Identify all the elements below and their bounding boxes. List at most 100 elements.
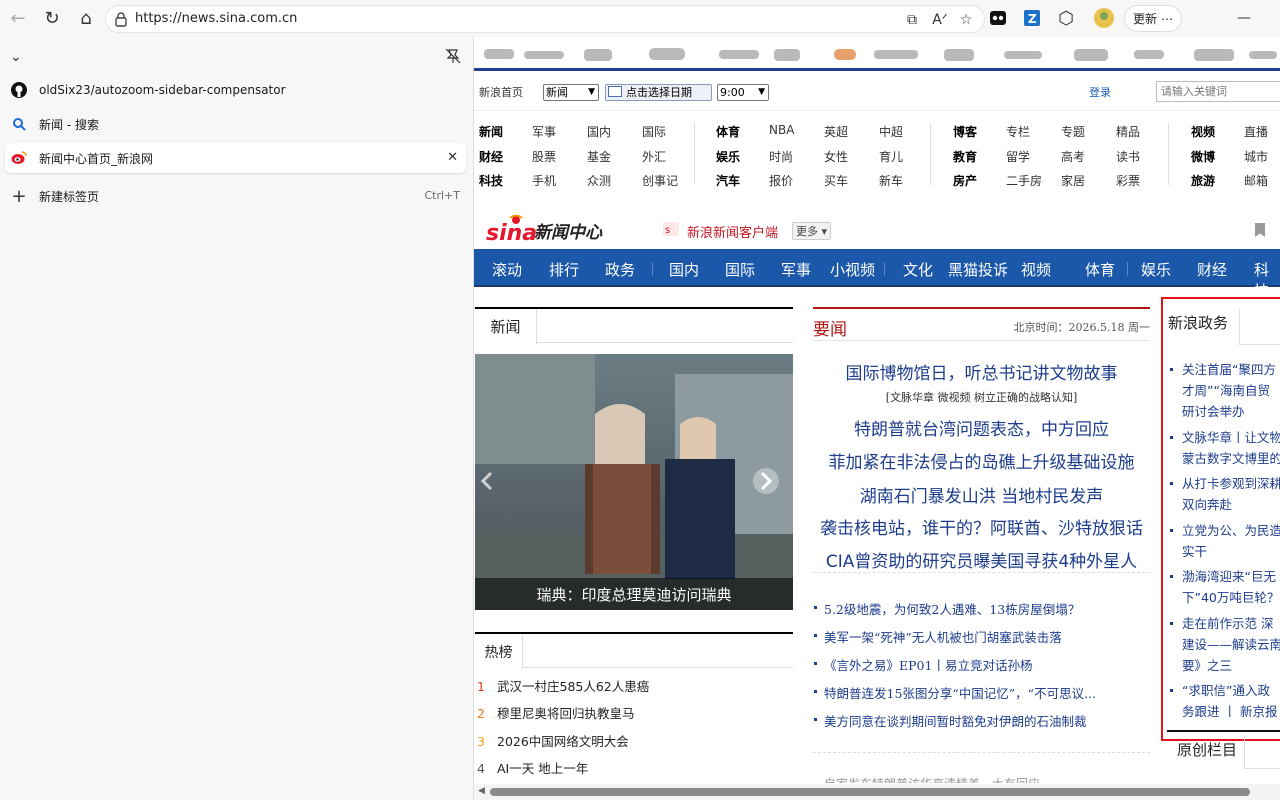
channel-link[interactable]: 排行 [549,259,579,280]
scrollbar-thumb[interactable] [490,788,1250,796]
nav-link[interactable]: 高考 [1061,148,1085,165]
gov-news-item[interactable]: “求职信”通入政 务跟进 丨 新京报 [1170,680,1280,722]
channel-link[interactable]: 政务 [605,259,635,280]
photo-carousel[interactable]: 瑞典：印度总理莫迪访问瑞典 [475,354,793,610]
photo-caption[interactable]: 瑞典：印度总理莫迪访问瑞典 [475,578,793,610]
bullet-news-item[interactable]: 美方同意在谈判期间暂时豁免对伊朗的石油制裁 [814,711,1087,730]
hot-list-item[interactable]: 1 武汉一村庄585人62人患癌 [477,676,649,695]
chevron-down-icon[interactable]: ⌄ [10,49,22,65]
refresh-icon[interactable]: ↻ [38,4,66,32]
close-tab-icon[interactable]: ✕ [447,150,458,165]
nav-link[interactable]: 军事 [532,123,556,140]
headline-link[interactable]: 袭击核电站，谁干的？阿联酋、沙特放狠话 [813,514,1150,539]
nav-link[interactable]: 微博 [1191,148,1215,165]
bullet-news-item[interactable]: 自家发布特朗普访华高清精美…大有回应 [824,775,1040,783]
lock-icon[interactable] [114,11,128,27]
nav-link[interactable]: 买车 [824,172,848,189]
search-input[interactable] [1156,81,1280,102]
sina-news-logo[interactable]: sina 新闻中心 [486,212,616,250]
headline-link[interactable]: CIA曾资助的研究员曝美国寻获4种外星人 [813,547,1150,572]
extensions-puzzle-icon[interactable]: ⬡ [1052,4,1080,32]
minimize-icon[interactable]: — [1230,4,1258,32]
channel-link[interactable]: 国际 [725,259,755,280]
channel-link[interactable]: 黑猫投诉 [948,259,1008,280]
read-aloud-icon[interactable]: Aᐟ [930,10,950,30]
nav-link[interactable]: 城市 [1244,148,1268,165]
nav-link[interactable]: 视频 [1191,123,1215,140]
channel-link[interactable]: 军事 [781,259,811,280]
gov-affairs-label[interactable]: 新浪政务 [1168,312,1228,333]
gov-news-item[interactable]: 关注首届“聚四方 才周”“海南自贸 研讨会举办 [1170,359,1280,422]
sina-home-link[interactable]: 新浪首页 [479,84,523,100]
profile-avatar-icon[interactable] [1090,4,1118,32]
nav-link[interactable]: 女性 [824,148,848,165]
back-icon[interactable]: ← [4,4,32,32]
channel-link[interactable]: 国内 [669,259,699,280]
nav-link[interactable]: 房产 [953,172,977,189]
gov-news-item[interactable]: 渤海湾迎来“巨无 下”40万吨巨轮？ [1170,566,1280,608]
hot-list-item[interactable]: 3 2026中国网络文明大会 [477,731,629,750]
bullet-news-item[interactable]: 美军一架“死神”无人机被也门胡塞武装击落 [814,627,1062,646]
next-slide-icon[interactable] [753,468,779,494]
nav-link[interactable]: 邮箱 [1244,172,1268,189]
nav-link[interactable]: 家居 [1061,172,1085,189]
channel-link[interactable]: 娱乐 [1141,259,1171,280]
more-button[interactable]: 更多 ▾ [792,222,832,240]
nav-link[interactable]: 旅游 [1191,172,1215,189]
headline-sublinks[interactable]: [文脉华章 微视频 树立正确的战略认知] [813,389,1150,405]
home-icon[interactable]: ⌂ [72,4,100,32]
date-picker[interactable]: 点击选择日期 [605,84,712,101]
extension-icon[interactable] [984,4,1012,32]
gov-news-item[interactable]: 走在前作示范 深建设——解读云南 要》之三 [1170,613,1280,676]
tab-github[interactable]: oldSix23/autozoom-sidebar-compensator [5,75,466,105]
nav-link[interactable]: 专题 [1061,123,1085,140]
news-section-label[interactable]: 新闻 [475,309,537,344]
nav-link[interactable]: 外汇 [642,148,666,165]
nav-link[interactable]: 直播 [1244,123,1268,140]
nav-link[interactable]: 彩票 [1116,172,1140,189]
nav-link[interactable]: 中超 [879,123,903,140]
channel-link[interactable]: 财经 [1197,259,1227,280]
channel-link[interactable]: 文化 [903,259,933,280]
nav-link[interactable]: 教育 [953,148,977,165]
nav-link[interactable]: 财经 [479,148,503,165]
gov-news-item[interactable]: 文脉华章丨让文物 蒙古数字文博里的 [1170,427,1280,469]
nav-link[interactable]: 精品 [1116,123,1140,140]
nav-link[interactable]: 体育 [716,123,740,140]
scroll-left-icon[interactable]: ◀ [478,786,485,796]
headline-link[interactable]: 国际博物馆日，听总书记讲文物故事 [813,359,1150,384]
favorite-star-icon[interactable]: ☆ [956,10,976,30]
nav-link[interactable]: 英超 [824,123,848,140]
bullet-news-item[interactable]: 《言外之易》EP01丨易立竞对话孙杨 [813,655,1032,674]
tab-sina-news[interactable]: 新闻中心首页_新浪网 ✕ [5,143,466,173]
address-bar[interactable]: https://news.sina.com.cn ⧉ Aᐟ ☆ [105,5,985,33]
nav-link[interactable]: NBA [769,123,794,137]
translate-icon[interactable]: ⧉ [902,10,922,30]
nav-link[interactable]: 专栏 [1006,123,1030,140]
hot-section-label[interactable]: 热榜 [475,634,523,669]
nav-link[interactable]: 读书 [1116,148,1140,165]
nav-link[interactable]: 众测 [587,172,611,189]
nav-link[interactable]: 新车 [879,172,903,189]
original-column-label[interactable]: 原创栏目 [1177,739,1237,760]
nav-link[interactable]: 国内 [587,123,611,140]
channel-select[interactable]: 新闻 ▼ [543,84,599,101]
channel-link[interactable]: 科技 [1254,259,1280,301]
gov-news-item[interactable]: 从打卡参观到深耕 双向奔赴 [1170,473,1280,515]
gov-news-item[interactable]: 立党为公、为民造 实干 [1170,520,1280,562]
z-extension-icon[interactable]: Z [1018,4,1046,32]
hot-list-item[interactable]: 2 穆里尼奥将回归执教皇马 [477,703,635,722]
time-select[interactable]: 9:00 ▼ [717,84,769,101]
login-link[interactable]: 登录 [1089,84,1111,100]
channel-link[interactable]: 体育 [1085,259,1115,280]
channel-link[interactable]: 视频 [1021,259,1051,280]
horizontal-scrollbar[interactable]: ◀ [474,784,1280,800]
bullet-news-item[interactable]: 5.2级地震，为何致2人遇难、13栋房屋倒塌？ [813,599,1080,618]
unpin-icon[interactable] [444,47,462,69]
headline-link[interactable]: 特朗普就台湾问题表态，中方回应 [813,415,1150,440]
nav-link[interactable]: 基金 [587,148,611,165]
nav-link[interactable]: 二手房 [1006,172,1042,189]
nav-link[interactable]: 育儿 [879,148,903,165]
hot-list-item[interactable]: 4 AI一天 地上一年 [477,758,588,777]
nav-link[interactable]: 股票 [532,148,556,165]
